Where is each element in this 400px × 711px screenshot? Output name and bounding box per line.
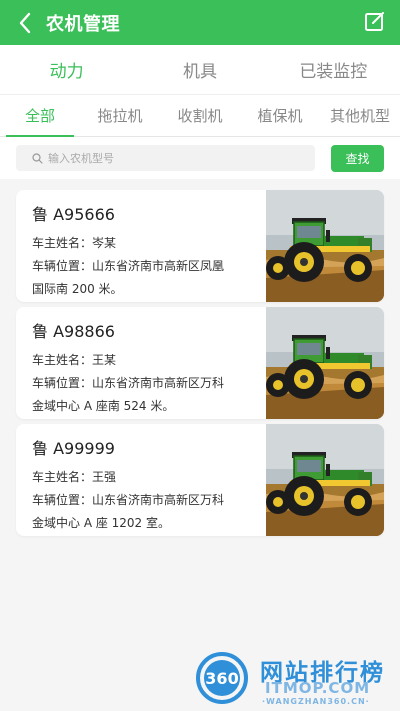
tab-monitored[interactable]: 已装监控: [267, 45, 400, 94]
vehicle-location-cont: 金域中心 A 座 1202 室。: [32, 516, 171, 530]
vehicle-location-cont: 金域中心 A 座南 524 米。: [32, 399, 175, 413]
watermark-site: ITMOP.COM: [265, 679, 371, 697]
watermark-logo: 360: [196, 652, 248, 704]
tab-crop-protection[interactable]: 植保机: [240, 95, 320, 136]
vehicle-card[interactable]: 鲁 A95666 车主姓名：岑某 车辆位置：山东省济南市高新区凤凰 国际南 20…: [16, 190, 384, 302]
tab-power[interactable]: 动力: [0, 45, 133, 94]
tab-harvester[interactable]: 收割机: [160, 95, 240, 136]
owner-name: 车主姓名：王某: [32, 353, 117, 367]
vehicle-card[interactable]: 鲁 A99999 车主姓名：王强 车辆位置：山东省济南市高新区万科 金域中心 A…: [16, 424, 384, 536]
watermark-logo-text: 360: [205, 669, 238, 688]
tractor-photo: [266, 424, 384, 536]
owner-name: 车主姓名：王强: [32, 470, 117, 484]
license-plate: 鲁 A98866: [32, 322, 115, 341]
page-title: 农机管理: [46, 13, 120, 35]
search-bar: 查找: [0, 137, 400, 179]
vehicle-list: 鲁 A95666 车主姓名：岑某 车辆位置：山东省济南市高新区凤凰 国际南 20…: [0, 179, 400, 536]
vehicle-location: 车辆位置：山东省济南市高新区万科: [32, 493, 225, 507]
vehicle-location: 车辆位置：山东省济南市高新区凤凰: [32, 259, 225, 273]
owner-name: 车主姓名：岑某: [32, 236, 117, 250]
search-button[interactable]: 查找: [331, 144, 384, 172]
tractor-photo: [266, 307, 384, 419]
main-tabs: 动力 机具 已装监控: [0, 45, 400, 95]
tractor-photo: [266, 190, 384, 302]
tab-implements[interactable]: 机具: [133, 45, 266, 94]
search-icon: [32, 152, 43, 164]
license-plate: 鲁 A99999: [32, 439, 115, 458]
edit-button[interactable]: [364, 11, 386, 33]
vehicle-location: 车辆位置：山东省济南市高新区万科: [32, 376, 225, 390]
tab-all[interactable]: 全部: [0, 95, 80, 137]
vehicle-info: 鲁 A99999 车主姓名：王强 车辆位置：山东省济南市高新区万科 金域中心 A…: [16, 424, 266, 536]
vehicle-info: 鲁 A95666 车主姓名：岑某 车辆位置：山东省济南市高新区凤凰 国际南 20…: [16, 190, 266, 302]
vehicle-location-cont: 国际南 200 米。: [32, 282, 123, 296]
vehicle-card[interactable]: 鲁 A98866 车主姓名：王某 车辆位置：山东省济南市高新区万科 金域中心 A…: [16, 307, 384, 419]
tab-other[interactable]: 其他机型: [320, 95, 400, 136]
search-box: [16, 145, 315, 171]
vehicle-info: 鲁 A98866 车主姓名：王某 车辆位置：山东省济南市高新区万科 金域中心 A…: [16, 307, 266, 419]
back-arrow-icon: [19, 12, 31, 33]
category-tabs: 全部 拖拉机 收割机 植保机 其他机型: [0, 95, 400, 137]
back-button[interactable]: [14, 12, 36, 34]
edit-icon: [365, 12, 384, 31]
watermark: 360 网站排行榜 ITMOP.COM ·WANGZHAN360.CN·: [190, 645, 400, 711]
watermark-sub: ·WANGZHAN360.CN·: [262, 697, 370, 706]
tab-tractor[interactable]: 拖拉机: [80, 95, 160, 136]
search-input[interactable]: [48, 151, 248, 165]
app-header: 农机管理: [0, 0, 400, 45]
watermark-title: 网站排行榜: [260, 660, 385, 686]
license-plate: 鲁 A95666: [32, 205, 115, 224]
